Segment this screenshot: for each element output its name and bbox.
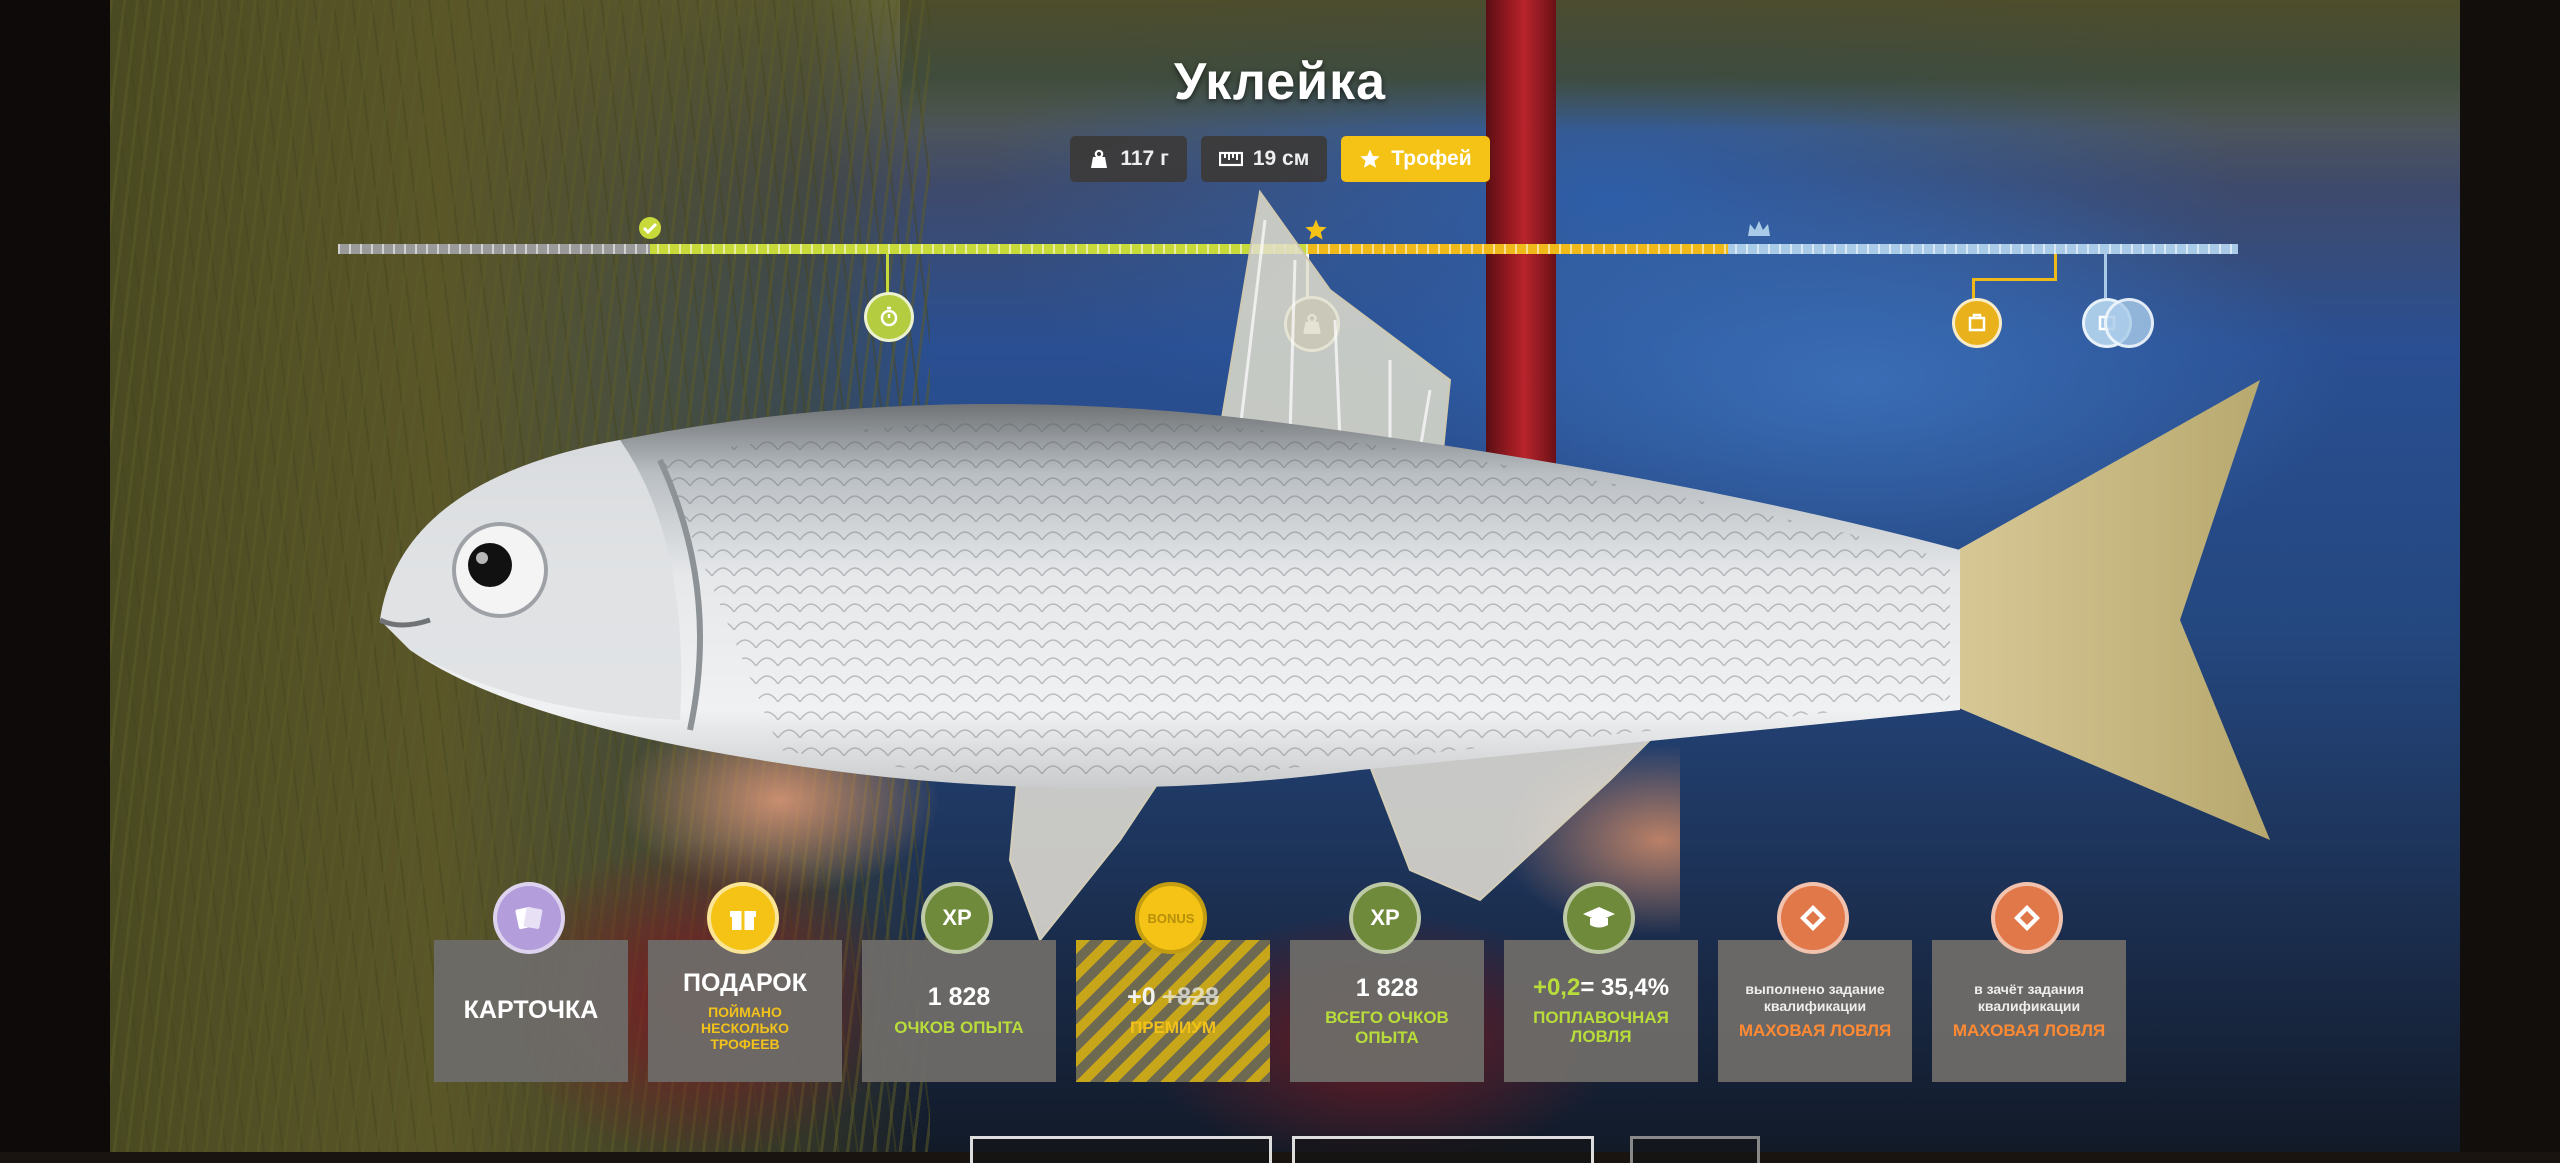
qualification-count-reward[interactable]: в зачёт задания квалификации МАХОВАЯ ЛОВ… xyxy=(1932,940,2126,1082)
qualification-done-note: выполнено задание квалификации xyxy=(1745,981,1885,1015)
skill-reward[interactable]: +0,2= 35,4% ПОПЛАВОЧНАЯ ЛОВЛЯ xyxy=(1504,940,1698,1082)
xp-label: ОЧКОВ ОПЫТА xyxy=(894,1017,1024,1037)
qualification-count-label: МАХОВАЯ ЛОВЛЯ xyxy=(1952,1021,2106,1041)
qualification-count-note: в зачёт задания квалификации xyxy=(1974,981,2084,1015)
xp-icon-text: XP xyxy=(942,905,972,930)
xp-total-reward[interactable]: 1 828 ВСЕГО ОЧКОВ ОПЫТА xyxy=(1290,940,1484,1082)
diamond-icon xyxy=(1991,882,2063,954)
fish-stats: 117 г 19 см Трофей xyxy=(0,136,2560,182)
trophy-chip: Трофей xyxy=(1341,136,1490,182)
xp-reward[interactable]: 1 828 ОЧКОВ ОПЫТА xyxy=(862,940,1056,1082)
xp-icon-text: XP xyxy=(1370,905,1400,930)
bonus-icon: BONUS xyxy=(1135,882,1207,954)
qualification-done-reward[interactable]: выполнено задание квалификации МАХОВАЯ Л… xyxy=(1718,940,1912,1082)
skill-gain: +0,2 xyxy=(1532,974,1581,1002)
premium-bonus-value: +828 xyxy=(1162,983,1219,1012)
bottom-action-button[interactable] xyxy=(1292,1136,1594,1163)
xp-total-value: 1 828 xyxy=(1355,973,1419,1002)
xp-icon: XP xyxy=(921,882,993,954)
star-icon xyxy=(1360,149,1380,168)
bonus-icon-text: BONUS xyxy=(1147,910,1195,926)
premium-label: ПРЕМИУМ xyxy=(1129,1017,1216,1037)
weight-value: 117 г xyxy=(1120,147,1169,170)
gift-reward[interactable]: ПОДАРОК ПОЙМАНО НЕСКОЛЬКО ТРОФЕЕВ xyxy=(648,940,842,1082)
xp-value: 1 828 xyxy=(927,983,991,1012)
card-reward[interactable]: КАРТОЧКА xyxy=(434,940,628,1082)
premium-reward[interactable]: +0 +828 ПРЕМИУМ xyxy=(1076,940,1270,1082)
cards-icon xyxy=(493,882,565,954)
fish-illustration xyxy=(378,189,2270,942)
weight-chip: 117 г xyxy=(1070,136,1187,182)
skill-label: ПОПЛАВОЧНАЯ ЛОВЛЯ xyxy=(1533,1007,1669,1047)
diamond-icon xyxy=(1777,882,1849,954)
bottom-action-button[interactable] xyxy=(1630,1136,1760,1163)
bottom-action-button[interactable] xyxy=(970,1136,1272,1163)
fish-name: Уклейка xyxy=(1173,53,1387,111)
weight-icon xyxy=(1091,149,1108,168)
qualification-done-label: МАХОВАЯ ЛОВЛЯ xyxy=(1738,1021,1892,1041)
gift-subtitle: ПОЙМАНО НЕСКОЛЬКО ТРОФЕЕВ xyxy=(701,1003,789,1052)
trophy-label: Трофей xyxy=(1391,147,1472,170)
length-value: 19 см xyxy=(1252,147,1310,170)
gift-title: ПОДАРОК xyxy=(683,969,807,998)
gift-icon xyxy=(707,882,779,954)
card-title: КАРТОЧКА xyxy=(463,996,599,1025)
length-chip: 19 см xyxy=(1200,136,1328,182)
xp-total-label: ВСЕГО ОЧКОВ ОПЫТА xyxy=(1325,1008,1449,1047)
premium-value: +0 xyxy=(1127,983,1156,1012)
ruler-icon xyxy=(1218,151,1243,167)
skill-total: = 35,4% xyxy=(1580,974,1670,1002)
xp-icon: XP xyxy=(1349,882,1421,954)
graduation-cap-icon xyxy=(1563,882,1635,954)
